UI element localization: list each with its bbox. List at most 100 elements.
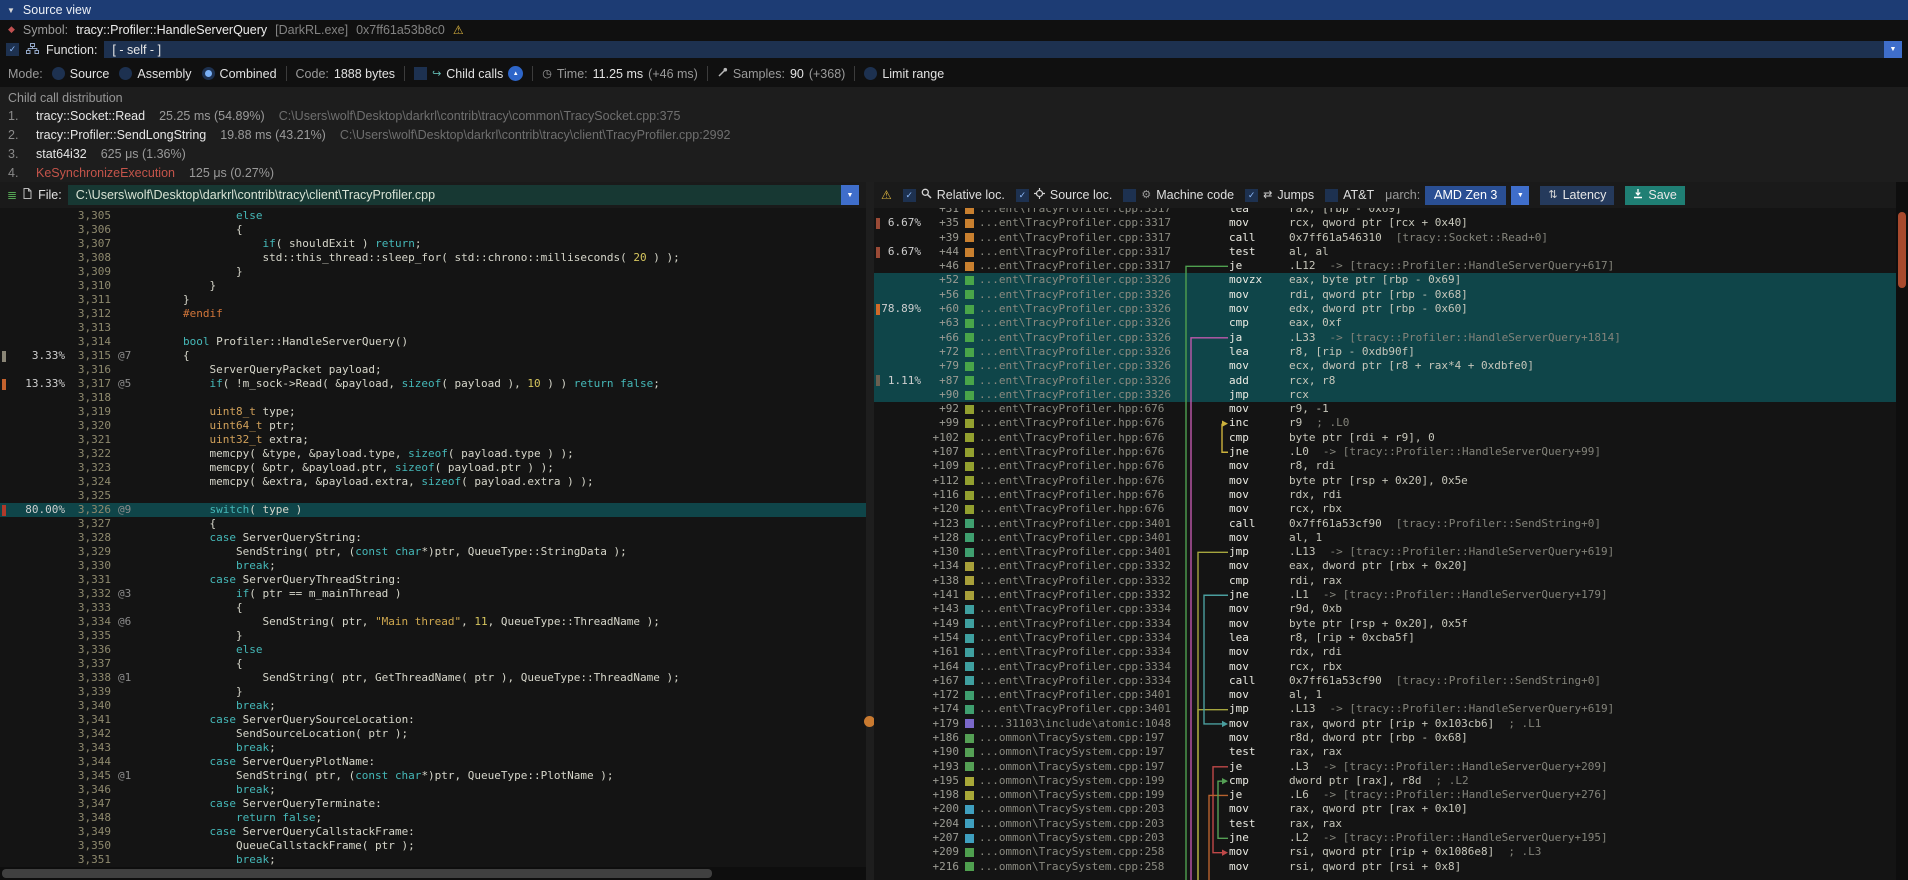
source-line[interactable]: 3,305 else [0, 209, 866, 223]
asm-instruction-row[interactable]: +90...ent\TracyProfiler.cpp:3326jmprcx [874, 388, 1896, 402]
asm-instruction-row[interactable]: +102...ent\TracyProfiler.hpp:676cmpbyte … [874, 431, 1896, 445]
asm-instruction-row[interactable]: +107...ent\TracyProfiler.hpp:676jne.L0->… [874, 445, 1896, 459]
asm-instruction-row[interactable]: +134...ent\TracyProfiler.cpp:3332moveax,… [874, 559, 1896, 573]
toggle-source-loc[interactable]: ✓ Source loc. [1016, 188, 1113, 202]
asm-instruction-row[interactable]: +164...ent\TracyProfiler.cpp:3334movrcx,… [874, 660, 1896, 674]
limit-range-checkbox[interactable] [864, 67, 877, 80]
asm-instruction-row[interactable]: 1.11%+87...ent\TracyProfiler.cpp:3326add… [874, 374, 1896, 388]
scrollbar-thumb[interactable] [1898, 212, 1906, 288]
att-checkbox[interactable] [1325, 189, 1338, 202]
asm-instruction-row[interactable]: +174...ent\TracyProfiler.cpp:3401jmp.L13… [874, 702, 1896, 716]
source-loc-checkbox[interactable]: ✓ [1016, 189, 1029, 202]
toggle-jumps[interactable]: ✓ ⇄ Jumps [1245, 188, 1314, 202]
source-line[interactable]: 3,311} [0, 293, 866, 307]
panel-splitter[interactable] [866, 182, 874, 880]
window-titlebar[interactable]: ▼ Source view [0, 0, 1908, 20]
source-line[interactable]: 3,344 case ServerQueryPlotName: [0, 755, 866, 769]
child-call-row[interactable]: 2.tracy::Profiler::SendLongString19.88 m… [0, 125, 1908, 144]
uarch-dropdown-icon[interactable]: ▼ [1511, 186, 1529, 205]
mode-option-combined[interactable]: Combined [202, 67, 277, 81]
source-line[interactable]: 3,346 break; [0, 783, 866, 797]
asm-instruction-row[interactable]: +56...ent\TracyProfiler.cpp:3326movrdi, … [874, 288, 1896, 302]
asm-instruction-row[interactable]: +130...ent\TracyProfiler.cpp:3401jmp.L13… [874, 545, 1896, 559]
source-line[interactable]: 3,349 case ServerQueryCallstackFrame: [0, 825, 866, 839]
asm-instruction-row[interactable]: +161...ent\TracyProfiler.cpp:3334movrdx,… [874, 645, 1896, 659]
source-line[interactable]: 3,312#endif [0, 307, 866, 321]
source-line[interactable]: 3,338@1 SendString( ptr, GetThreadName( … [0, 671, 866, 685]
child-call-row[interactable]: 4.KeSynchronizeExecution125 μs (0.27%) [0, 163, 1908, 182]
source-line[interactable]: 3,313 [0, 321, 866, 335]
source-line[interactable]: 3,306 { [0, 223, 866, 237]
child-call-row[interactable]: 1.tracy::Socket::Read25.25 ms (54.89%)C:… [0, 106, 1908, 125]
source-line[interactable]: 3,348 return false; [0, 811, 866, 825]
asm-instruction-row[interactable]: +167...ent\TracyProfiler.cpp:3334call0x7… [874, 674, 1896, 688]
source-line[interactable]: 3,320 uint64_t ptr; [0, 419, 866, 433]
toggle-att-syntax[interactable]: AT&T [1325, 188, 1374, 202]
source-line[interactable]: 3,327 { [0, 517, 866, 531]
source-line[interactable]: 3,343 break; [0, 741, 866, 755]
mode-option-assembly[interactable]: Assembly [119, 67, 191, 81]
source-line[interactable]: 3,341 case ServerQuerySourceLocation: [0, 713, 866, 727]
source-line[interactable]: 3,309 } [0, 265, 866, 279]
source-line[interactable]: 3,310 } [0, 279, 866, 293]
asm-instruction-row[interactable]: +123...ent\TracyProfiler.cpp:3401call0x7… [874, 517, 1896, 531]
asm-instruction-row[interactable]: +79...ent\TracyProfiler.cpp:3326movecx, … [874, 359, 1896, 373]
asm-instruction-row[interactable]: +216...ommon\TracySystem.cpp:258movrsi, … [874, 860, 1896, 874]
asm-instruction-row[interactable]: +120...ent\TracyProfiler.hpp:676movrcx, … [874, 502, 1896, 516]
asm-instruction-row[interactable]: +154...ent\TracyProfiler.cpp:3334lear8, … [874, 631, 1896, 645]
source-line[interactable]: 3,336 else [0, 643, 866, 657]
save-button[interactable]: Save [1625, 186, 1685, 205]
asm-instruction-row[interactable]: +112...ent\TracyProfiler.hpp:676movbyte … [874, 474, 1896, 488]
machine-code-checkbox[interactable] [1123, 189, 1136, 202]
source-line[interactable]: 3,308 std::this_thread::sleep_for( std::… [0, 251, 866, 265]
source-line[interactable]: 3,330 break; [0, 559, 866, 573]
asm-instruction-row[interactable]: +141...ent\TracyProfiler.cpp:3332jne.L1-… [874, 588, 1896, 602]
asm-instruction-row[interactable]: 78.89%+60...ent\TracyProfiler.cpp:3326mo… [874, 302, 1896, 316]
asm-instruction-row[interactable]: +116...ent\TracyProfiler.hpp:676movrdx, … [874, 488, 1896, 502]
asm-area[interactable]: +31...ent\TracyProfiler.cpp:3317learax, … [874, 208, 1896, 880]
mode-option-source[interactable]: Source [52, 67, 110, 81]
source-line[interactable]: 3.33%3,315@7{ [0, 349, 866, 363]
asm-instruction-row[interactable]: +138...ent\TracyProfiler.cpp:3332cmprdi,… [874, 574, 1896, 588]
source-line[interactable]: 3,334@6 SendString( ptr, "Main thread", … [0, 615, 866, 629]
horizontal-scrollbar[interactable] [0, 867, 866, 880]
collapse-icon[interactable]: ▼ [7, 6, 15, 15]
file-select[interactable]: C:\Users\wolf\Desktop\darkrl\contrib\tra… [68, 185, 859, 205]
source-line[interactable]: 80.00%3,326@9 switch( type ) [0, 503, 866, 517]
asm-instruction-row[interactable]: +143...ent\TracyProfiler.cpp:3334movr9d,… [874, 602, 1896, 616]
source-line[interactable]: 3,350 QueueCallstackFrame( ptr ); [0, 839, 866, 853]
function-select[interactable]: [ - self - ] ▼ [104, 41, 1902, 58]
asm-instruction-row[interactable]: +172...ent\TracyProfiler.cpp:3401moval, … [874, 688, 1896, 702]
source-line[interactable]: 3,337 { [0, 657, 866, 671]
propagate-up-button[interactable]: ▲ [508, 66, 523, 81]
source-line[interactable]: 3,351 break; [0, 853, 866, 867]
source-line[interactable]: 3,342 SendSourceLocation( ptr ); [0, 727, 866, 741]
jumps-checkbox[interactable]: ✓ [1245, 189, 1258, 202]
asm-instruction-row[interactable]: +92...ent\TracyProfiler.hpp:676movr9, -1 [874, 402, 1896, 416]
source-line[interactable]: 3,347 case ServerQueryTerminate: [0, 797, 866, 811]
asm-instruction-row[interactable]: +209...ommon\TracySystem.cpp:258movrsi, … [874, 845, 1896, 859]
scrollbar-thumb[interactable] [2, 869, 712, 878]
source-line[interactable]: 3,329 SendString( ptr, (const char*)ptr,… [0, 545, 866, 559]
latency-button[interactable]: ⇅ Latency [1540, 186, 1614, 205]
source-line[interactable]: 3,324 memcpy( &extra, &payload.extra, si… [0, 475, 866, 489]
source-line[interactable]: 3,307 if( shouldExit ) return; [0, 237, 866, 251]
source-line[interactable]: 3,331 case ServerQueryThreadString: [0, 573, 866, 587]
asm-instruction-row[interactable]: +39...ent\TracyProfiler.cpp:3317call0x7f… [874, 231, 1896, 245]
asm-instruction-row[interactable]: +149...ent\TracyProfiler.cpp:3334movbyte… [874, 617, 1896, 631]
source-line[interactable]: 3,339 } [0, 685, 866, 699]
asm-instruction-row[interactable]: +204...ommon\TracySystem.cpp:203testrax,… [874, 817, 1896, 831]
asm-instruction-row[interactable]: +186...ommon\TracySystem.cpp:197movr8d, … [874, 731, 1896, 745]
relative-loc-checkbox[interactable]: ✓ [903, 189, 916, 202]
asm-instruction-row[interactable]: +128...ent\TracyProfiler.cpp:3401moval, … [874, 531, 1896, 545]
function-dropdown-icon[interactable]: ▼ [1884, 41, 1902, 58]
asm-instruction-row[interactable]: +99...ent\TracyProfiler.hpp:676incr9; .L… [874, 416, 1896, 430]
source-line[interactable]: 3,328 case ServerQueryString: [0, 531, 866, 545]
source-line[interactable]: 3,335 } [0, 629, 866, 643]
source-line[interactable]: 3,322 memcpy( &type, &payload.type, size… [0, 447, 866, 461]
asm-instruction-row[interactable]: 6.67%+35...ent\TracyProfiler.cpp:3317mov… [874, 216, 1896, 230]
child-calls-toggle[interactable]: ↪ Child calls ▲ [414, 66, 523, 81]
asm-instruction-row[interactable]: +195...ommon\TracySystem.cpp:199cmpdword… [874, 774, 1896, 788]
asm-instruction-row[interactable]: +46...ent\TracyProfiler.cpp:3317je.L12->… [874, 259, 1896, 273]
source-line[interactable]: 3,321 uint32_t extra; [0, 433, 866, 447]
